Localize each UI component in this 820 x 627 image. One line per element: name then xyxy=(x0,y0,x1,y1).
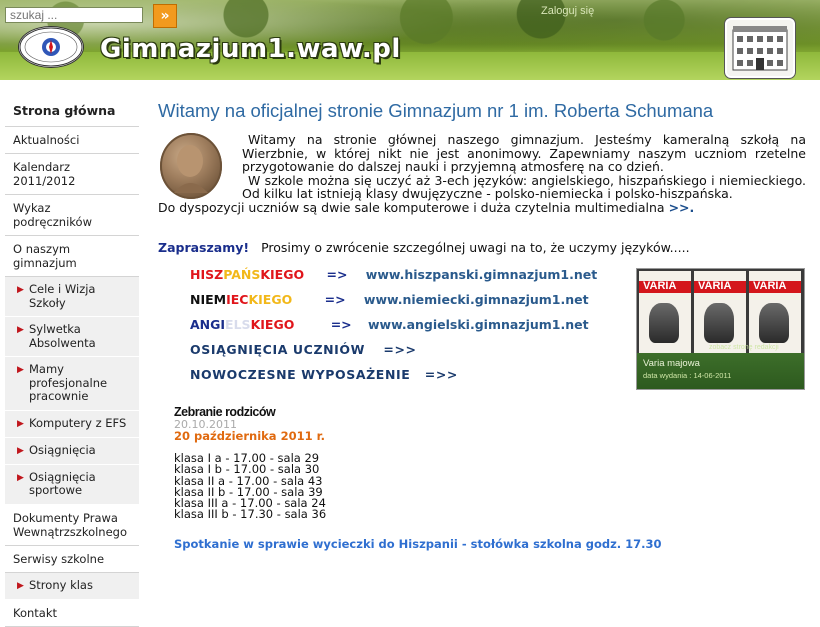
equipment-row[interactable]: NOWOCZESNE WYPOSAŻENIE =>> xyxy=(190,368,597,393)
search-input[interactable] xyxy=(5,7,143,23)
achievements-link[interactable]: OSIĄGNIĘCIA UCZNIÓW xyxy=(190,342,365,357)
varia-date: data wydania : 14-06-2011 xyxy=(643,371,732,380)
sidebar-item-about[interactable]: O naszym gimnazjum xyxy=(5,236,139,277)
achievements-row[interactable]: OSIĄGNIĘCIA UCZNIÓW =>> xyxy=(190,343,597,368)
search-submit-button[interactable]: » xyxy=(153,4,177,28)
news-title[interactable]: Zebranie rodziców xyxy=(174,405,694,419)
varia-title: Varia majowa xyxy=(643,358,700,369)
cover-title: VARIA xyxy=(698,280,732,292)
sidebar-subitem-label: Komputery z EFS xyxy=(29,415,127,430)
list-item: klasa III b - 17.30 - sala 36 xyxy=(174,507,327,522)
login-link[interactable]: Zaloguj się xyxy=(541,5,594,17)
arrow-glyph: => xyxy=(326,267,348,282)
patron-portrait xyxy=(160,133,222,199)
equipment-arrow[interactable]: =>> xyxy=(425,367,458,382)
invite-text: Prosimy o zwrócenie szczególnej uwagi na… xyxy=(261,240,690,255)
sidebar-item-contact[interactable]: Kontakt xyxy=(5,600,139,627)
cover-title: VARIA xyxy=(643,280,677,292)
cover-photo xyxy=(649,303,679,343)
achievements-arrow[interactable]: =>> xyxy=(383,342,416,357)
language-name-part: ANGI xyxy=(190,317,226,332)
german-site-link[interactable]: www.niemiecki.gimnazjum1.net xyxy=(364,292,589,307)
cover-title: VARIA xyxy=(753,280,787,292)
intro-paragraph-2: W szkole można się uczyć aż 3-ech językó… xyxy=(242,172,806,201)
invite-strong: Zapraszamy! xyxy=(158,240,250,255)
sidebar-item-services[interactable]: Serwisy szkolne xyxy=(5,546,139,573)
sidebar-subitem-label: Cele i Wizja Szkoły xyxy=(29,282,96,310)
language-row-german[interactable]: NIEMIECKIEGO => www.niemiecki.gimnazjum1… xyxy=(190,293,597,318)
magazine-cover: VARIA xyxy=(639,271,691,361)
sidebar-subitem-labs[interactable]: ▶ Mamy profesjonalne pracownie xyxy=(5,357,139,411)
cover-title-bar: VARIA xyxy=(694,280,746,293)
computer-rooms-link[interactable]: >>. xyxy=(669,200,695,215)
computer-rooms-text: Do dyspozycji uczniów są dwie sale kompu… xyxy=(158,199,665,215)
trip-meeting-link[interactable]: Spotkanie w sprawie wycieczki do Hiszpan… xyxy=(174,537,662,551)
equipment-link[interactable]: NOWOCZESNE WYPOSAŻENIE xyxy=(190,367,410,382)
language-links: HISZPAŃSKIEGO => www.hiszpanski.gimnazju… xyxy=(190,268,597,393)
main-content: Witamy na oficjalnej stronie Gimnazjum n… xyxy=(158,96,808,551)
language-name-part: NIEM xyxy=(190,292,227,307)
varia-caption-strip: zobacz stronę redakcji Varia majowa data… xyxy=(637,344,804,389)
sidebar-item-textbooks[interactable]: Wykaz podręczników xyxy=(5,195,139,236)
sidebar-subitem-computers[interactable]: ▶ Komputery z EFS xyxy=(5,410,139,438)
sidebar-subitem-goals[interactable]: ▶ Cele i Wizja Szkoły xyxy=(5,277,139,317)
language-row-english[interactable]: ANGIELSKIEGO => www.angielski.gimnazjum1… xyxy=(190,318,597,343)
invite-row: Zapraszamy! Prosimy o zwrócenie szczegól… xyxy=(158,240,690,255)
school-building-photo xyxy=(725,18,795,78)
english-site-link[interactable]: www.angielski.gimnazjum1.net xyxy=(368,317,589,332)
language-name-part: ELS xyxy=(225,317,251,332)
intro-section: Witamy na stronie głównej naszego gimnaz… xyxy=(158,133,806,214)
sidebar-item-documents[interactable]: Dokumenty Prawa Wewnątrzszkolnego xyxy=(5,505,139,546)
language-name-part: PAŃS xyxy=(223,267,261,282)
language-name-part: IEC xyxy=(226,292,249,307)
site-header: » Zaloguj się Gimnazjum1.waw.pl xyxy=(0,0,820,80)
intro-paragraph-1: Witamy na stronie głównej naszego gimnaz… xyxy=(242,132,806,174)
language-name-part: KIEGO xyxy=(250,317,295,332)
news-headline: 20 października 2011 r. xyxy=(174,429,325,443)
page-title: Witamy na oficjalnej stronie Gimnazjum n… xyxy=(158,100,714,121)
news-schedule: klasa I a - 17.00 - sala 29 klasa I b - … xyxy=(174,452,694,522)
bullet-arrow-icon: ▶ xyxy=(17,445,24,456)
sidebar-subitem-label: Mamy profesjonalne pracownie xyxy=(29,362,108,403)
sidebar-subitem-sports[interactable]: ▶ Osiągnięcia sportowe xyxy=(5,464,139,505)
bullet-arrow-icon: ▶ xyxy=(17,285,24,295)
sidebar-subitem-label: Sylwetka Absolwenta xyxy=(29,322,96,350)
site-title[interactable]: Gimnazjum1.waw.pl xyxy=(100,34,401,64)
sidebar-subitem-label: Osiągnięcia xyxy=(29,442,96,457)
varia-cta[interactable]: zobacz stronę redakcji xyxy=(709,344,779,351)
cover-title-bar: VARIA xyxy=(639,280,691,293)
language-name-part: KIEGO xyxy=(260,267,305,282)
bullet-arrow-icon: ▶ xyxy=(17,472,24,483)
language-name-part: KIEGO xyxy=(248,292,293,307)
spanish-site-link[interactable]: www.hiszpanski.gimnazjum1.net xyxy=(366,267,597,282)
sidebar-subitem-class-pages[interactable]: ▶ Strony klas xyxy=(5,572,139,600)
arrow-glyph: => xyxy=(324,292,346,307)
sidebar-subitem-graduate-profile[interactable]: ▶ Sylwetka Absolwenta xyxy=(5,317,139,357)
sidebar-nav: Strona główna Aktualności Kalendarz 2011… xyxy=(5,96,139,627)
bullet-arrow-icon: ▶ xyxy=(17,580,24,591)
bullet-arrow-icon: ▶ xyxy=(17,418,24,429)
sidebar-subitem-achievements[interactable]: ▶ Osiągnięcia xyxy=(5,437,139,465)
school-logo[interactable] xyxy=(18,26,84,68)
cover-title-bar: VARIA xyxy=(749,280,801,293)
sidebar-item-home[interactable]: Strona główna xyxy=(5,96,139,127)
arrow-glyph: => xyxy=(330,317,352,332)
sidebar-subitem-label: Strony klas xyxy=(29,577,93,592)
sidebar-subitem-label: Osiągnięcia sportowe xyxy=(29,469,96,497)
cover-photo xyxy=(704,303,734,343)
language-name-part: HISZ xyxy=(190,267,224,282)
language-row-spanish[interactable]: HISZPAŃSKIEGO => www.hiszpanski.gimnazju… xyxy=(190,268,597,293)
bullet-arrow-icon: ▶ xyxy=(17,325,24,335)
bullet-arrow-icon: ▶ xyxy=(17,365,24,375)
cover-photo xyxy=(759,303,789,343)
sidebar-item-news[interactable]: Aktualności xyxy=(5,127,139,154)
varia-magazine-banner[interactable]: VARIA VARIA VARIA zobacz stronę redakcji… xyxy=(636,268,805,390)
intro-paragraph-3: Do dyspozycji uczniów są dwie sale kompu… xyxy=(158,199,806,215)
news-item: Zebranie rodziców 20.10.2011 20 paździer… xyxy=(174,405,694,551)
sidebar-item-calendar[interactable]: Kalendarz 2011/2012 xyxy=(5,154,139,195)
